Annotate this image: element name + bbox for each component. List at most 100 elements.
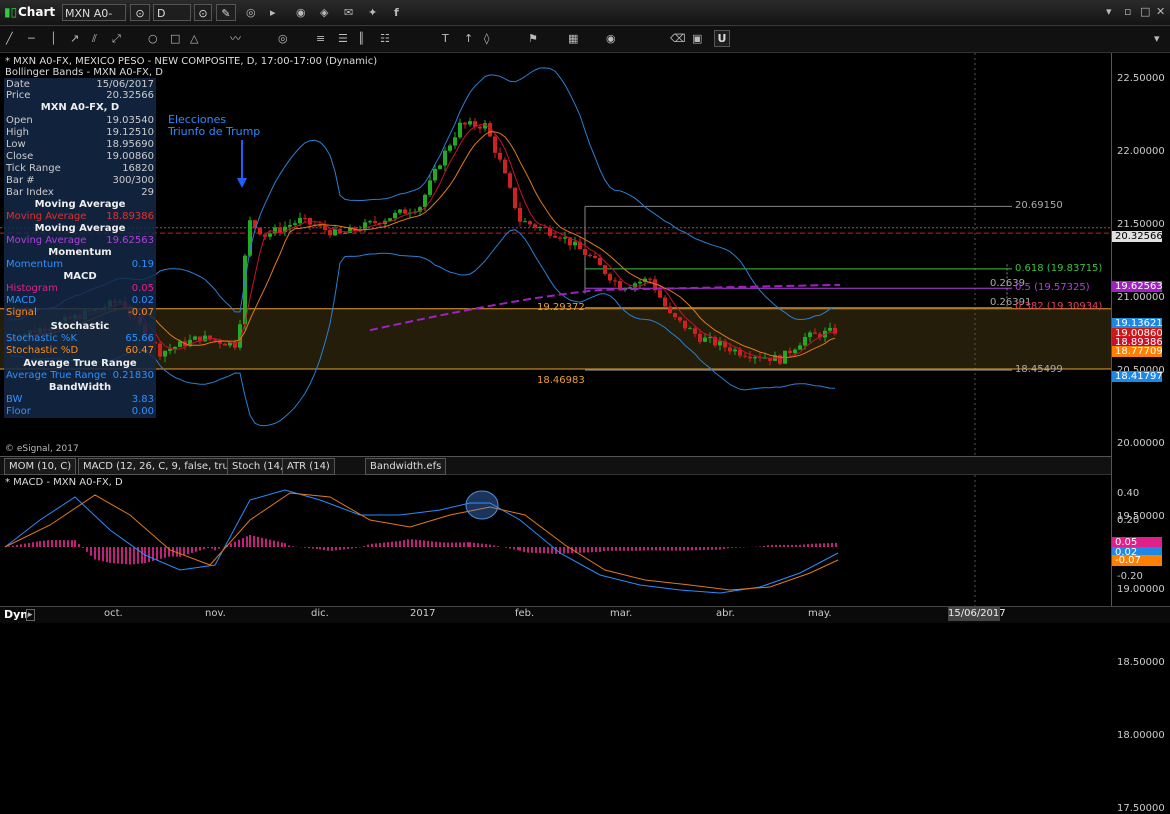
candle-body xyxy=(803,336,807,346)
price-value: 20.32566 xyxy=(106,90,154,101)
atr-label: Average True Range xyxy=(6,370,107,381)
candle-body xyxy=(428,180,432,195)
maximize-icon[interactable]: □ xyxy=(1140,4,1150,20)
marker-tool-icon[interactable]: ◊ xyxy=(484,31,489,47)
candle-body xyxy=(268,233,272,237)
indicator-tab[interactable]: ATR (14) xyxy=(282,458,335,475)
interval-value: D xyxy=(157,7,166,20)
record-icon[interactable]: ◉ xyxy=(296,5,306,21)
fib-retrace-icon[interactable]: ≡ xyxy=(316,31,325,47)
triangle-tool-icon[interactable]: △ xyxy=(190,31,198,47)
play-icon[interactable]: ▸ xyxy=(270,5,276,21)
facebook-icon[interactable]: f xyxy=(394,5,399,21)
minimize-icon[interactable]: ▫ xyxy=(1124,4,1131,20)
interval-clock-button[interactable]: ⊙ xyxy=(194,4,212,21)
stoch-k-row: Stochastic %K 65.66 xyxy=(4,333,156,345)
candle-body xyxy=(518,208,522,222)
candle-body xyxy=(793,349,797,354)
text-tool-icon[interactable]: T xyxy=(442,31,449,47)
candle-body xyxy=(743,355,747,357)
interval-input[interactable]: D xyxy=(153,4,191,21)
ray-tool-icon[interactable]: ↗ xyxy=(70,31,79,47)
candle-body xyxy=(788,350,792,354)
arrow-up-tool-icon[interactable]: ↑ xyxy=(464,31,473,47)
channel-tool-icon[interactable]: ⫽ xyxy=(92,31,97,47)
candle-body xyxy=(608,273,612,281)
ma2-value: 19.62563 xyxy=(106,235,154,246)
candle-body xyxy=(453,137,457,146)
tag-icon[interactable]: ◈ xyxy=(320,5,328,21)
rect-tool-icon[interactable]: □ xyxy=(170,31,180,47)
refresh-icon[interactable]: ◎ xyxy=(246,5,256,21)
symbol-head: MXN A0-FX, D xyxy=(40,102,120,113)
candle-body xyxy=(403,209,407,214)
draw-pencil-button[interactable]: ✎ xyxy=(216,4,236,21)
twitter-icon[interactable]: ✦ xyxy=(368,5,377,21)
candle-body xyxy=(718,341,722,346)
price-axis-label: 22.00000 xyxy=(1117,146,1165,157)
flag-tool-icon[interactable]: ⚑ xyxy=(528,31,538,47)
ohlc-value: 29 xyxy=(141,187,154,198)
lock-tool-icon[interactable]: ▣ xyxy=(692,31,702,47)
candle-body xyxy=(543,227,547,229)
ohlc-value: 19.00860 xyxy=(106,151,154,162)
grid-tool-icon[interactable]: ▦ xyxy=(568,31,578,47)
ohlc-row: Open 19.03540 xyxy=(4,115,156,127)
fib-fan-icon[interactable]: ☷ xyxy=(380,31,390,47)
eye-tool-icon[interactable]: ◉ xyxy=(606,31,616,47)
level-fib382-label: 0.382 (19.30934) xyxy=(1015,301,1103,312)
drawing-toolbar: ╱ ─ │ ↗ ⫽ ⤢ ○ □ △ 〰 ◎ ≡ ☰ ║ ☷ T ↑ ◊ ⚑ ▦ … xyxy=(0,26,1170,53)
indicator-tab[interactable]: MACD (12, 26, C, 9, false, true) xyxy=(78,458,244,475)
magnet-label: U xyxy=(717,32,727,45)
eraser-tool-icon[interactable]: ⌫ xyxy=(670,31,686,47)
hline-tool-icon[interactable]: ─ xyxy=(28,31,35,47)
symbol-input[interactable]: MXN A0-FX xyxy=(62,4,126,37)
cursor-date-tag: 15/06/2017 xyxy=(948,607,1006,621)
brush-tool-icon[interactable]: 〰 xyxy=(230,31,241,47)
floor-value: 0.00 xyxy=(131,406,154,417)
price-row: Price 20.32566 xyxy=(4,90,156,102)
toolbar-more-icon[interactable]: ▾ xyxy=(1154,31,1160,47)
price-chart[interactable] xyxy=(0,53,1111,457)
symbol-search-button[interactable]: ⊙ xyxy=(130,4,150,21)
candle-body xyxy=(288,224,292,227)
ellipse-tool-icon[interactable]: ○ xyxy=(148,31,158,47)
macd-panel[interactable] xyxy=(0,475,1111,606)
bandwidth-head: BandWidth xyxy=(48,382,112,393)
copyright-text: © eSignal, 2017 xyxy=(5,444,79,454)
macd-head: MACD xyxy=(63,271,97,282)
time-axis-menu-icon[interactable]: ▸ xyxy=(26,609,35,621)
fib-time-icon[interactable]: ║ xyxy=(358,31,365,47)
atr-value: 0.21830 xyxy=(112,370,154,381)
candle-body xyxy=(438,165,442,169)
signal-label: Signal xyxy=(6,307,37,318)
vline-tool-icon[interactable]: │ xyxy=(50,31,57,47)
candle-body xyxy=(588,255,592,257)
candle-body xyxy=(558,237,562,239)
level-fib618-label: 0.618 (19.83715) xyxy=(1015,263,1103,274)
time-axis-label: abr. xyxy=(716,608,735,619)
candle-body xyxy=(678,317,682,321)
time-axis-mode[interactable]: Dyn xyxy=(4,608,28,621)
ohlc-value: 300/300 xyxy=(112,175,154,186)
ma1-label: Moving Average xyxy=(6,211,87,222)
indicator-tab[interactable]: Bandwidth.efs xyxy=(365,458,447,475)
window-menu-icon[interactable]: ▾ xyxy=(1106,4,1112,20)
fib-ext-icon[interactable]: ☰ xyxy=(338,31,348,47)
trend-tool-icon[interactable]: ⤢ xyxy=(112,31,121,47)
indicator-tab[interactable]: MOM (10, C) xyxy=(4,458,77,475)
candle-body xyxy=(298,217,302,224)
bw-row: BW 3.83 xyxy=(4,394,156,406)
level-bottom-right-label: 18.45499 xyxy=(1015,364,1063,375)
line-tool-icon[interactable]: ╱ xyxy=(6,31,13,47)
close-icon[interactable]: ✕ xyxy=(1156,4,1165,20)
histogram-label: Histogram xyxy=(6,283,58,294)
mail-icon[interactable]: ✉ xyxy=(344,5,353,21)
momentum-label: Momentum xyxy=(6,259,63,270)
candle-body xyxy=(448,145,452,151)
bw-value: 3.83 xyxy=(131,394,154,405)
data-window: Date 15/06/2017 Price 20.32566 MXN A0-FX… xyxy=(4,78,156,418)
highlight-circle xyxy=(465,490,499,520)
fib-circle-icon[interactable]: ◎ xyxy=(278,31,288,47)
magnet-toggle[interactable]: U xyxy=(714,30,730,47)
